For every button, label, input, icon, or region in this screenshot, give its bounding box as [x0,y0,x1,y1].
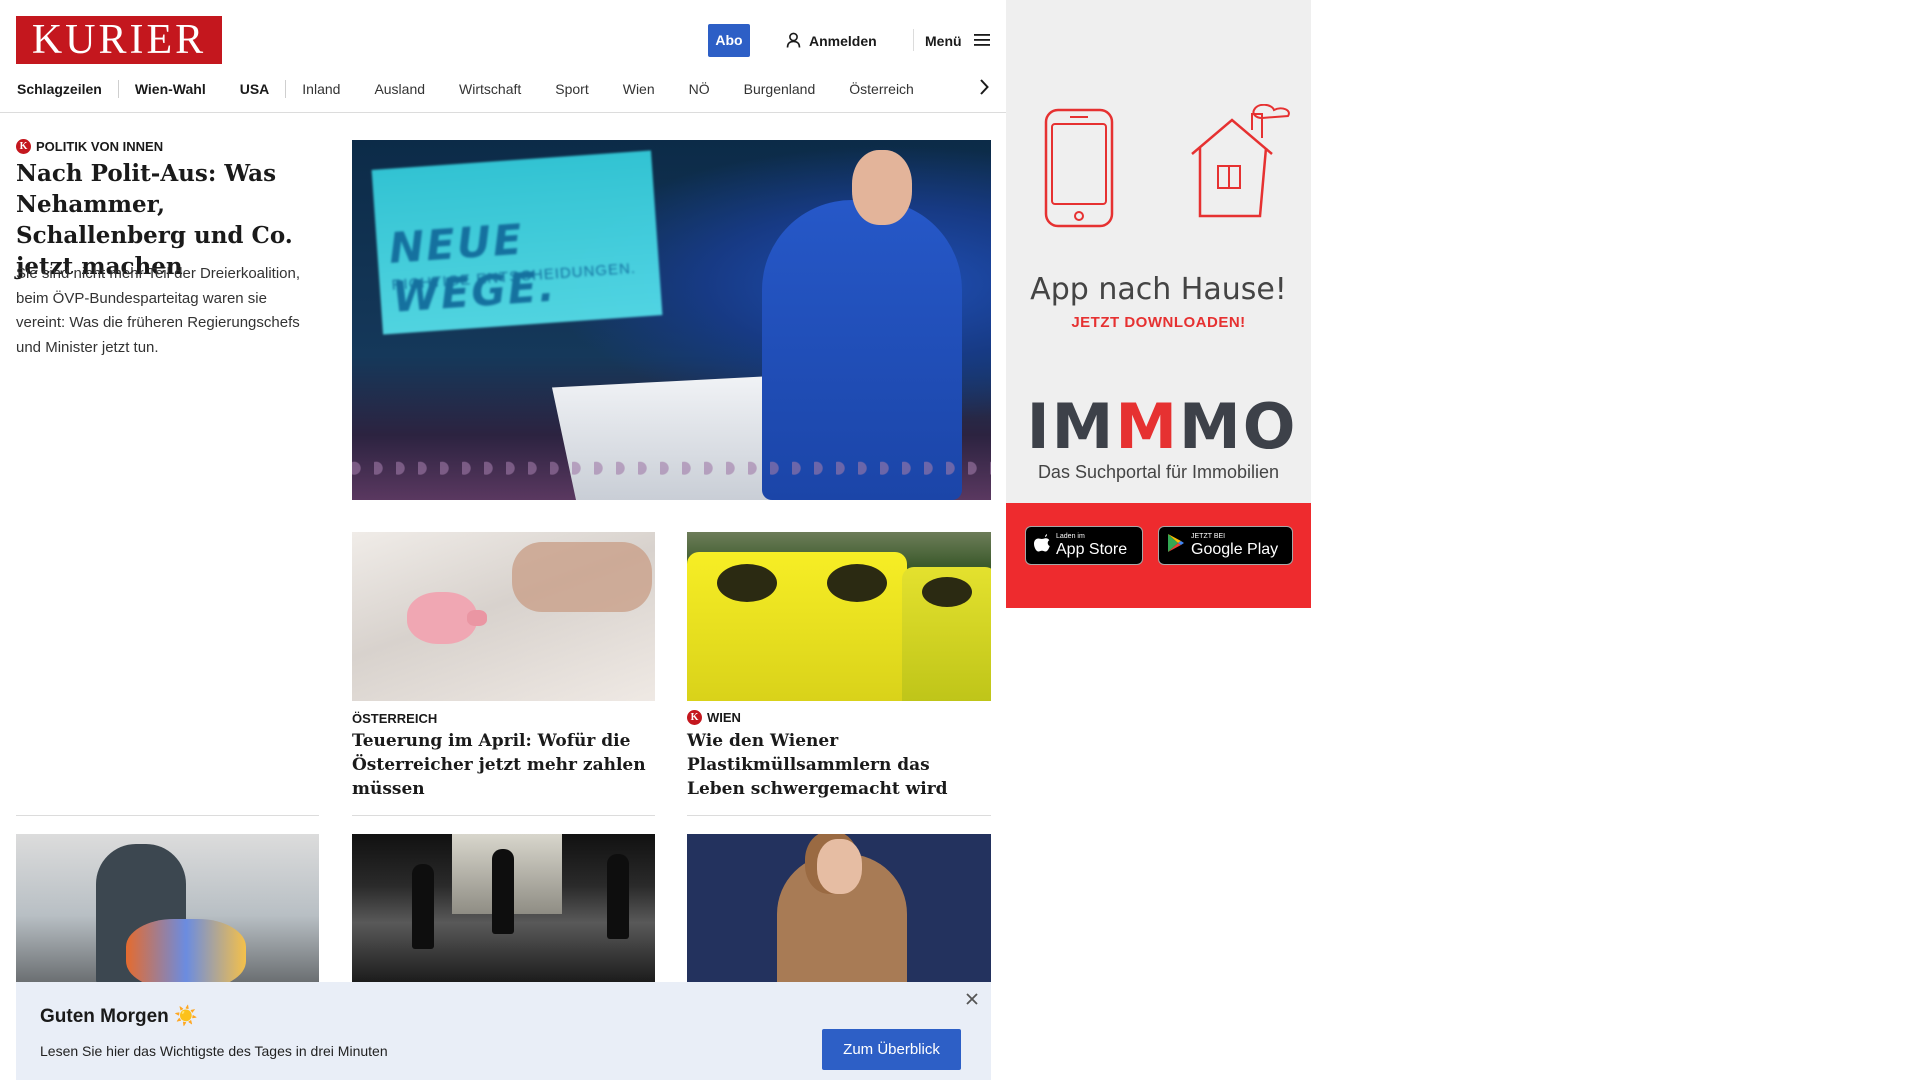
kurier-plus-icon: K [687,710,702,725]
immmo-logo-red: M [1115,390,1180,463]
google-play-icon [1167,533,1185,558]
close-button[interactable] [964,991,980,1007]
nav-item-schlagzeilen[interactable]: Schlagzeilen [17,81,102,97]
house-icon [1182,103,1300,227]
card-divider [687,815,991,816]
nav-item-burgenland[interactable]: Burgenland [744,81,816,97]
nav-item-oesterreich[interactable]: Österreich [849,81,914,97]
immmo-logo-part: MO [1179,390,1298,463]
card-kicker[interactable]: K WIEN [687,710,741,725]
image-bin-hole [922,577,972,607]
nav-scroll-right-button[interactable] [974,76,994,102]
nav-item-wien-wahl[interactable]: Wien-Wahl [135,81,206,97]
card-image-portrait[interactable] [687,834,991,982]
lead-kicker-label: POLITIK VON INNEN [36,139,164,154]
image-person-head [817,839,862,894]
app-store-button[interactable]: Laden im App Store [1025,526,1143,565]
immmo-tagline: Das Suchportal für Immobilien [1037,462,1280,482]
user-icon [786,32,801,51]
immmo-logo-part: IM [1026,390,1116,463]
image-person [492,849,514,934]
card-kicker-label: WIEN [707,710,741,725]
image-bin [902,567,991,701]
apple-icon [1034,533,1050,558]
hamburger-icon [973,33,990,50]
card-divider [352,815,655,816]
menu-button[interactable]: Menü [925,30,990,52]
login-label: Anmelden [809,33,877,49]
nav-item-noe[interactable]: NÖ [689,81,710,97]
nav-item-sport[interactable]: Sport [555,81,588,97]
login-link[interactable]: Anmelden [786,30,877,52]
nav-item-ausland[interactable]: Ausland [374,81,425,97]
section-nav: Schlagzeilen Wien-Wahl USA Inland Auslan… [17,78,948,100]
card-kicker[interactable]: ÖSTERREICH [352,711,437,726]
app-store-text: Laden im App Store [1056,533,1127,558]
morning-briefing-banner: Guten Morgen ☀️ Lesen Sie hier das Wicht… [16,982,991,1080]
immmo-logo: IMMMO [1022,392,1302,462]
close-icon [964,993,980,1011]
chevron-right-icon [979,78,989,100]
nav-item-usa[interactable]: USA [240,81,270,97]
card-image-plastikmuell[interactable] [687,532,991,701]
overview-button[interactable]: Zum Überblick [822,1029,961,1070]
card-headline[interactable]: Teuerung im April: Wofür die Österreiche… [352,729,652,801]
image-bin-hole [827,564,887,602]
ad-title: App nach Hause! [1030,272,1287,307]
image-piggy-bank [407,592,487,644]
card-image-garage[interactable] [352,834,655,982]
app-store-big: App Store [1056,541,1128,558]
image-backdrop-screen: NEUE WEGE. RICHTIGE ENTSCHEIDUNGEN. [371,150,663,335]
lead-image[interactable]: NEUE WEGE. RICHTIGE ENTSCHEIDUNGEN. [352,140,991,500]
nav-separator [285,80,287,98]
immmo-ad[interactable]: App nach Hause! JETZT DOWNLOADEN! IMMMO … [1006,0,1311,608]
nav-item-wien[interactable]: Wien [623,81,655,97]
nav-item-wirtschaft[interactable]: Wirtschaft [459,81,521,97]
kurier-logo[interactable]: KURIER [16,16,222,64]
image-crowd [352,455,991,500]
image-person [412,864,434,949]
google-play-button[interactable]: JETZT BEI Google Play [1158,526,1293,565]
ad-subtitle: JETZT DOWNLOADEN! [1071,314,1246,331]
lead-teaser[interactable]: Sie sind nicht mehr Teil der Dreierkoali… [16,262,316,360]
kurier-plus-icon: K [16,139,31,154]
card-kicker-label: ÖSTERREICH [352,711,438,726]
nav-separator [117,80,119,98]
app-store-small: Laden im [1056,533,1085,540]
card-image-motorbike[interactable] [16,834,319,982]
menu-label: Menü [925,33,962,49]
image-speaker-head [852,150,912,225]
google-play-small: JETZT BEI [1191,533,1226,540]
app-store-strip: Laden im App Store JETZT BEI Google Play [1006,503,1311,608]
column-divider [16,815,319,816]
nav-item-inland[interactable]: Inland [302,81,340,97]
phone-icon [1042,106,1122,235]
image-hand [512,542,652,612]
card-headline[interactable]: Wie den Wiener Plastikmüllsammlern das L… [687,729,991,801]
image-motorbike [126,919,246,982]
lead-kicker[interactable]: K POLITIK VON INNEN [16,139,163,154]
image-person [607,854,629,939]
image-bin [687,552,907,701]
site-header: KURIER Abo Anmelden Menü Schlagzeilen Wi… [0,0,1006,113]
banner-title: Guten Morgen ☀️ [40,1006,198,1027]
card-image-teuerung[interactable] [352,532,655,701]
google-play-big: Google Play [1191,541,1279,558]
header-divider [913,29,914,51]
google-play-text: JETZT BEI Google Play [1191,533,1278,558]
banner-text: Lesen Sie hier das Wichtigste des Tages … [40,1043,388,1059]
abo-button[interactable]: Abo [708,24,750,57]
image-bin-hole [717,564,777,602]
